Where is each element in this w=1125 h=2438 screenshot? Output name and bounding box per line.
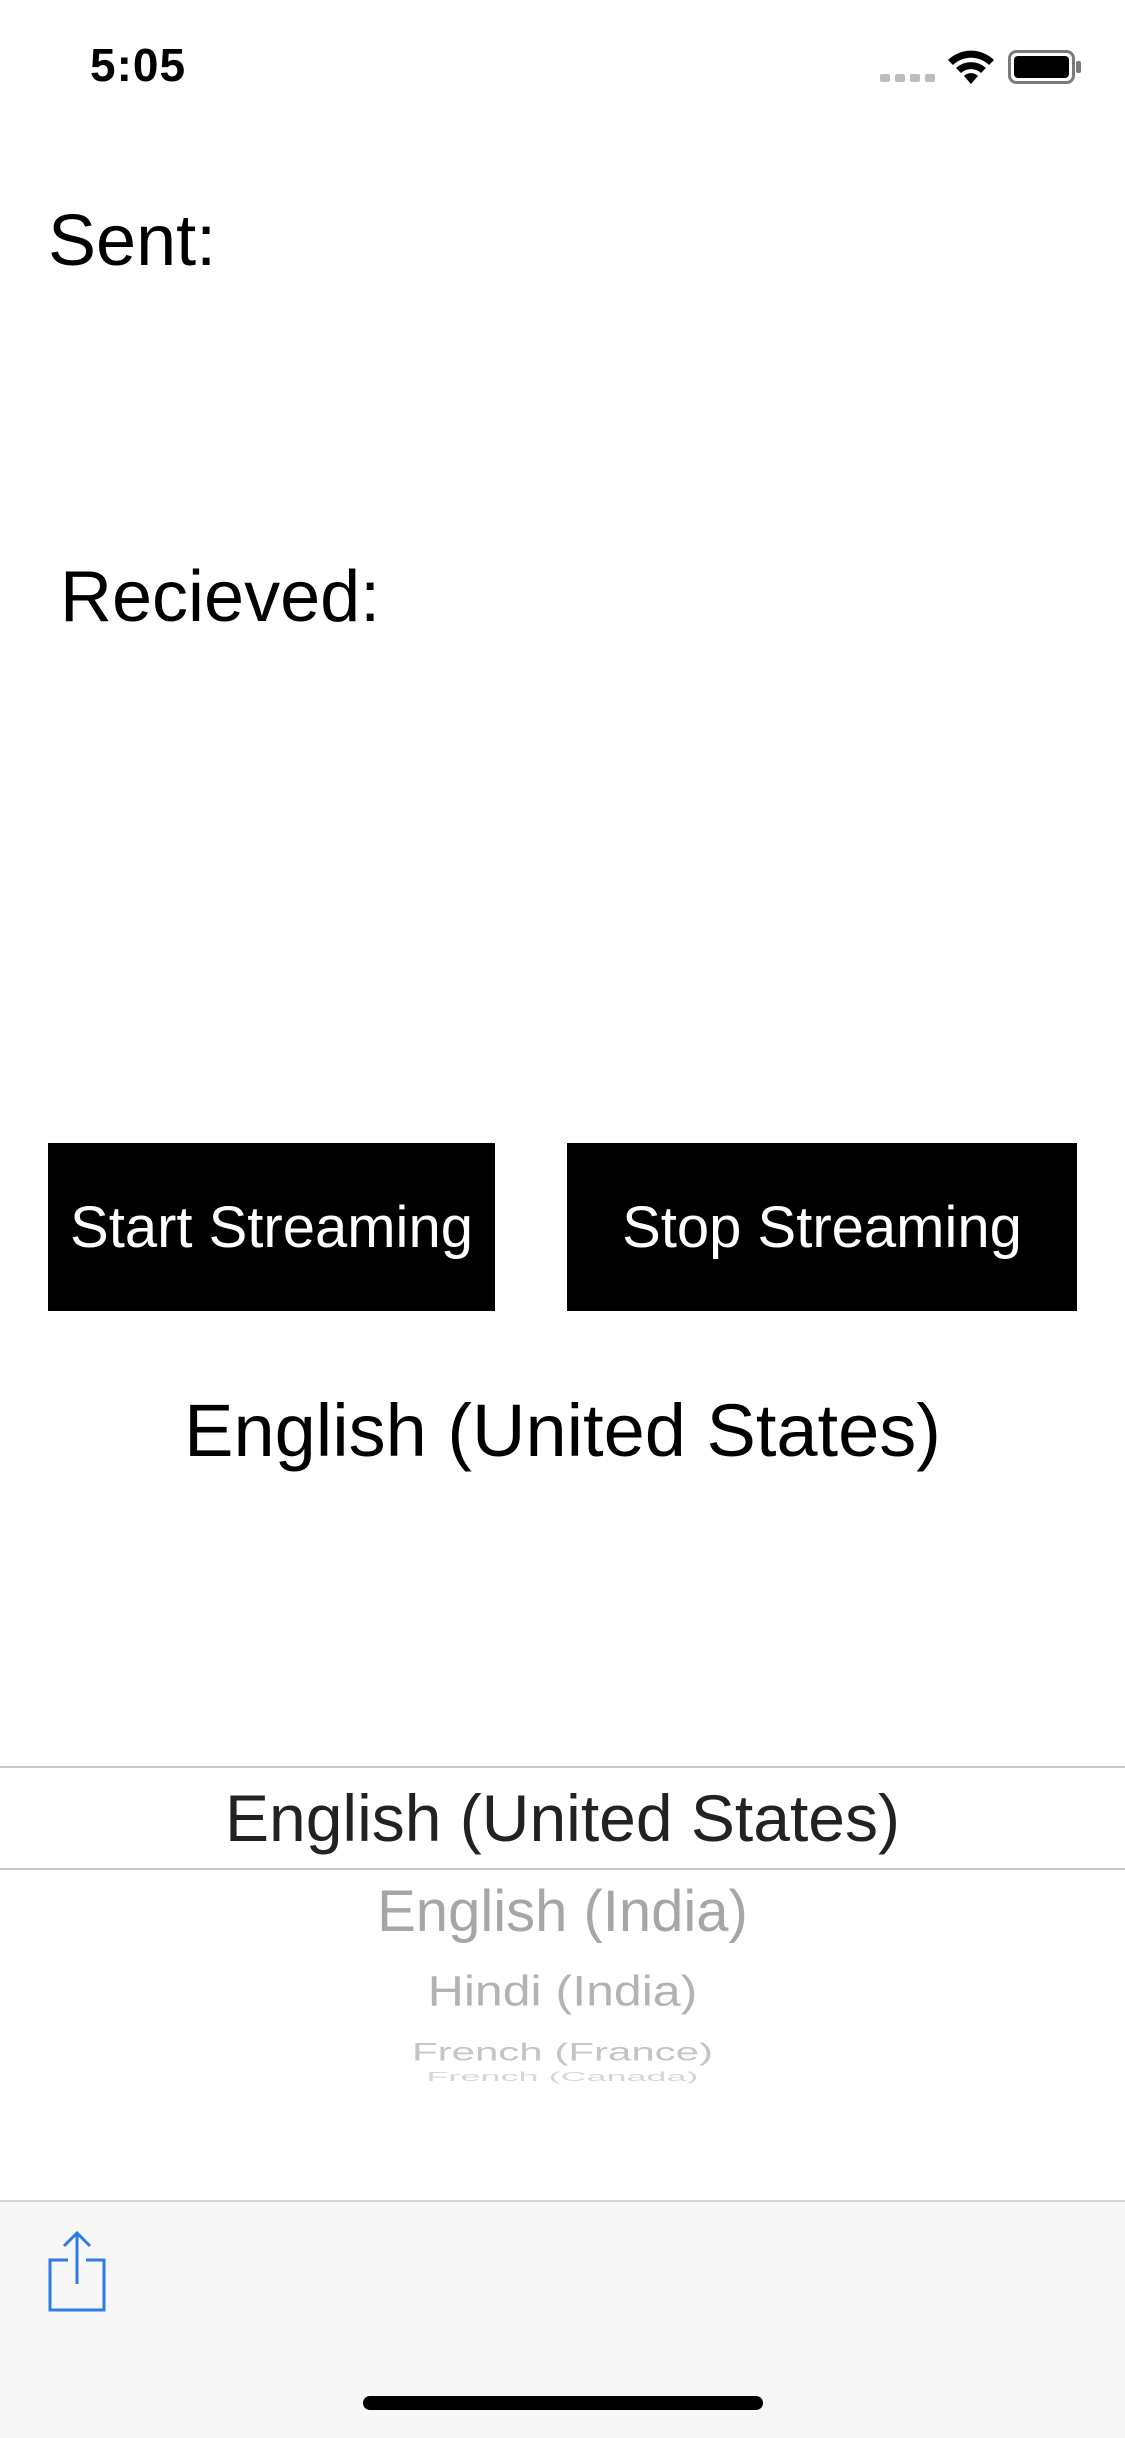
- start-streaming-button[interactable]: Start Streaming: [48, 1143, 495, 1311]
- picker-selection-top-divider: [0, 1766, 1125, 1768]
- stop-streaming-button[interactable]: Stop Streaming: [567, 1143, 1077, 1311]
- received-label: Recieved:: [60, 557, 381, 637]
- battery-icon: [1008, 50, 1081, 84]
- wifi-icon: [948, 50, 994, 84]
- selected-language-label: English (United States): [184, 1389, 941, 1472]
- cellular-signal-icon: [880, 74, 935, 82]
- picker-item[interactable]: French (France): [0, 2038, 1125, 2067]
- language-picker[interactable]: English (United States) English (India) …: [0, 1766, 1125, 2206]
- share-icon[interactable]: [44, 2230, 110, 2314]
- home-indicator[interactable]: [363, 2396, 763, 2410]
- picker-item-selected[interactable]: English (United States): [0, 1780, 1125, 1856]
- picker-selection-bottom-divider: [0, 1868, 1125, 1870]
- picker-item[interactable]: English (India): [0, 1878, 1125, 1945]
- picker-item[interactable]: Hindi (India): [0, 1966, 1125, 2015]
- picker-item[interactable]: French (Canada): [0, 2070, 1125, 2085]
- sent-label: Sent:: [48, 201, 217, 281]
- status-time: 5:05: [90, 39, 187, 91]
